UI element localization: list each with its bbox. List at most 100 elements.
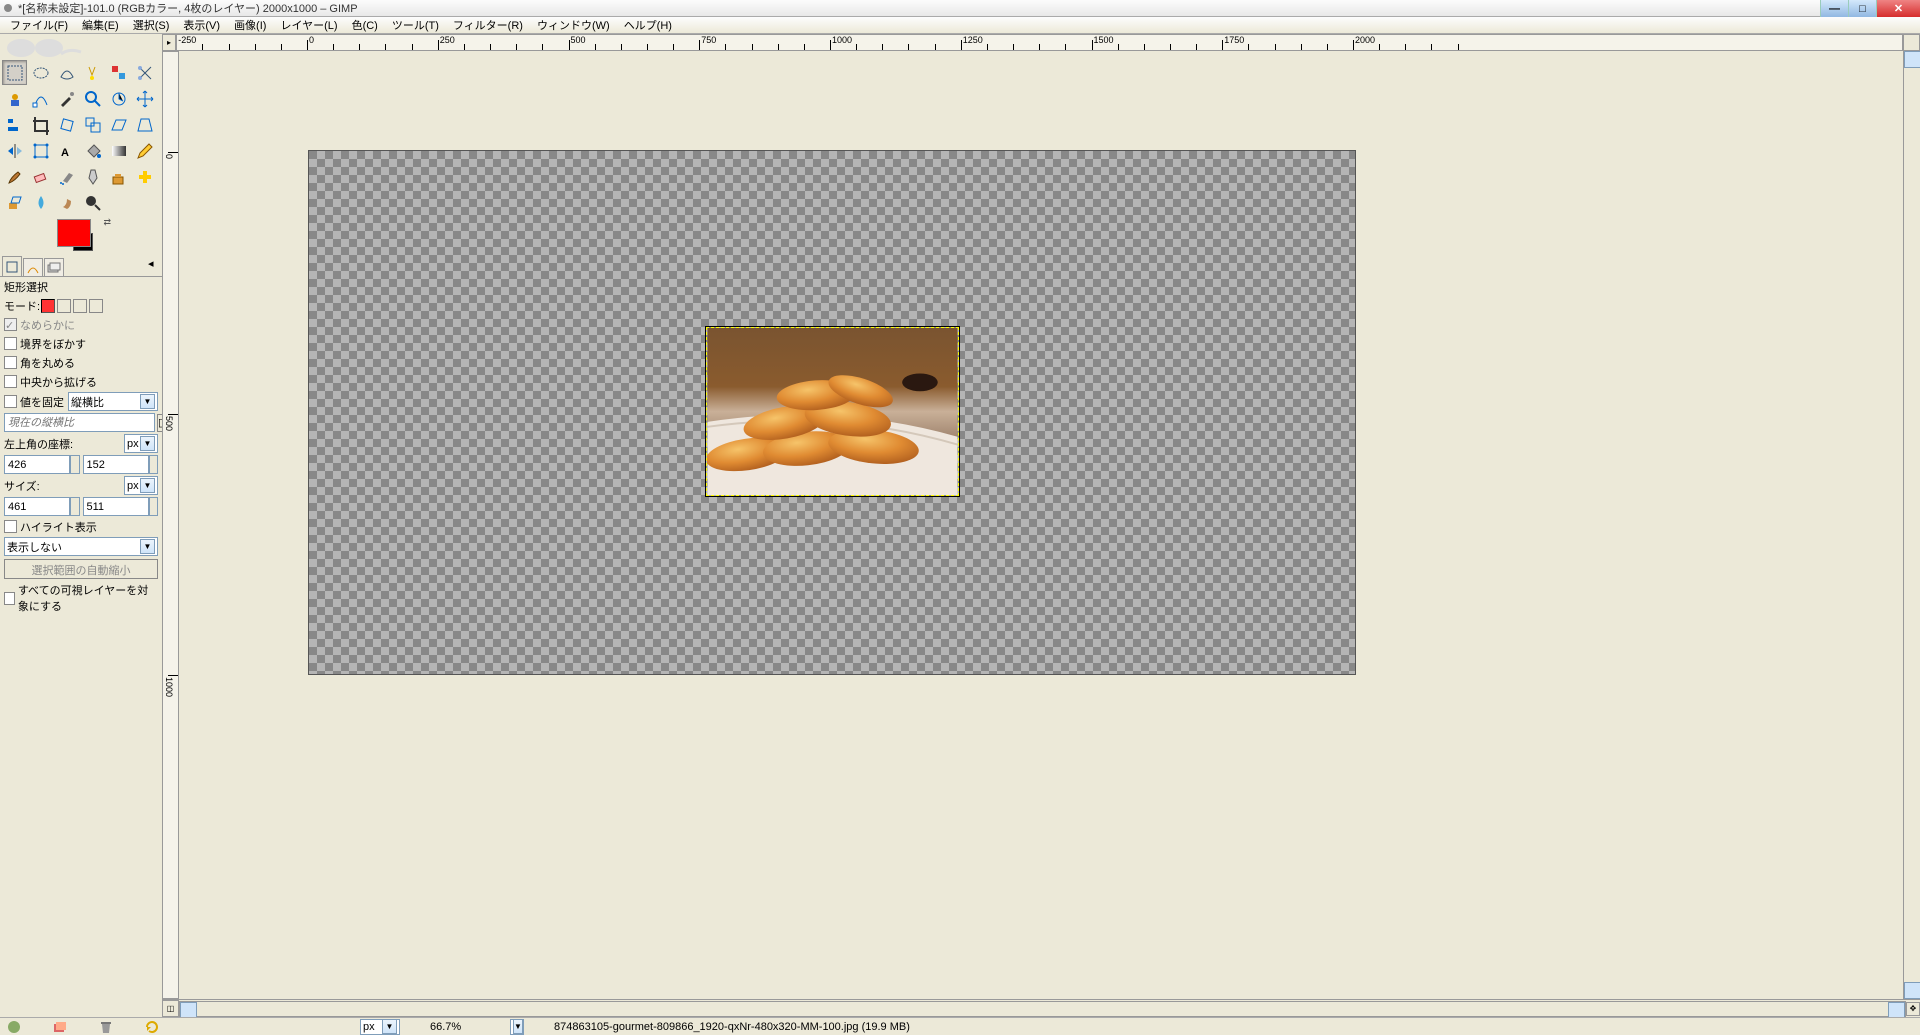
menu-select[interactable]: 選択(S) [127,16,176,34]
tool-blend[interactable] [106,138,131,163]
mode-add[interactable] [57,299,71,313]
tool-paintbrush[interactable] [2,164,27,189]
rounded-checkbox[interactable] [4,356,17,369]
vertical-ruler[interactable]: 05001000 [162,51,179,999]
ruler-origin-menu[interactable]: ▸ [162,34,176,51]
pos-y-input[interactable] [83,455,149,474]
layers-status-icon [52,1019,68,1035]
color-swatches[interactable]: ⇄ [57,219,97,253]
tool-crop[interactable] [28,112,53,137]
tool-foreground-select[interactable] [2,86,27,111]
tab-tool-options[interactable] [2,256,22,276]
expand-center-checkbox[interactable] [4,375,17,388]
tool-shear[interactable] [106,112,131,137]
tool-eraser[interactable] [28,164,53,189]
tab-device-status[interactable] [23,258,43,276]
tool-flip[interactable] [2,138,27,163]
tool-measure[interactable] [106,86,131,111]
menu-tools[interactable]: ツール(T) [386,16,445,34]
highlight-checkbox[interactable] [4,520,17,533]
tool-perspective-clone[interactable] [2,190,27,215]
fixed-checkbox[interactable] [4,395,17,408]
tool-ellipse-select[interactable] [28,60,53,85]
zoom-field[interactable]: 66.7% [430,1021,480,1033]
left-panel: A ⇄ [0,34,162,1017]
horizontal-scrollbar[interactable] [179,1001,1906,1017]
tool-pencil[interactable] [132,138,157,163]
tool-by-color-select[interactable] [106,60,131,85]
mode-subtract[interactable] [73,299,87,313]
tab-menu-icon[interactable]: ◂ [148,257,160,269]
size-h-input[interactable] [83,497,149,516]
tool-free-select[interactable] [54,60,79,85]
size-w-input[interactable] [4,497,70,516]
vertical-scrollbar[interactable] [1903,51,1920,999]
close-button[interactable]: ✕ [1876,0,1920,17]
auto-shrink-button[interactable]: 選択範囲の自動縮小 [4,559,158,579]
position-unit-value: px [127,438,139,450]
nav-button[interactable]: ✥ [1906,1002,1920,1016]
canvas-area[interactable] [179,51,1903,999]
tool-paths[interactable] [28,86,53,111]
pos-y-spinner[interactable] [149,455,159,474]
tool-airbrush[interactable] [54,164,79,189]
tool-rect-select[interactable] [2,60,27,85]
tool-perspective[interactable] [132,112,157,137]
tool-cage[interactable] [28,138,53,163]
menu-view[interactable]: 表示(V) [177,16,226,34]
guides-combo[interactable]: 表示しない▼ [4,537,158,556]
tool-fuzzy-select[interactable] [80,60,105,85]
tool-color-picker[interactable] [54,86,79,111]
refresh-status-icon [144,1019,160,1035]
tab-layers[interactable] [44,258,64,276]
canvas-image[interactable] [309,151,1355,674]
sample-merged-checkbox[interactable] [4,592,15,605]
menu-color[interactable]: 色(C) [346,16,384,34]
tool-ink[interactable] [80,164,105,189]
mode-replace[interactable] [41,299,55,313]
tool-rotate[interactable] [54,112,79,137]
zoom-combo[interactable]: ▼ [510,1019,524,1035]
tool-text[interactable]: A [54,138,79,163]
mode-intersect[interactable] [89,299,103,313]
size-label: サイズ: [4,478,40,494]
tool-smudge[interactable] [54,190,79,215]
menu-help[interactable]: ヘルプ(H) [618,16,678,34]
menu-image[interactable]: 画像(I) [228,16,272,34]
size-w-spinner[interactable] [70,497,80,516]
pos-x-spinner[interactable] [70,455,80,474]
tool-align[interactable] [2,112,27,137]
rounded-label: 角を丸める [20,355,75,371]
menu-filter[interactable]: フィルター(R) [447,16,529,34]
tool-clone[interactable] [106,164,131,189]
position-unit-combo[interactable]: px▼ [124,434,158,453]
tool-dodge[interactable] [80,190,105,215]
maximize-button[interactable]: □ [1848,0,1876,17]
tool-heal[interactable] [132,164,157,189]
aspect-ratio-input[interactable] [4,413,155,432]
size-unit-combo[interactable]: px▼ [124,476,158,495]
menu-layer[interactable]: レイヤー(L) [274,16,343,34]
tool-zoom[interactable] [80,86,105,111]
swap-colors-icon[interactable]: ⇄ [103,217,111,228]
minimize-button[interactable]: — [1820,0,1848,17]
tool-scissors[interactable] [132,60,157,85]
pos-x-input[interactable] [4,455,70,474]
zoom-fit-corner[interactable] [1903,34,1920,51]
status-unit-combo[interactable]: px▼ [360,1019,400,1035]
tool-move[interactable] [132,86,157,111]
menu-file[interactable]: ファイル(F) [4,16,74,34]
horizontal-ruler[interactable]: -250025050075010001250150017502000 [176,34,1903,51]
chevron-down-icon: ▼ [382,1019,397,1034]
size-h-spinner[interactable] [149,497,159,516]
feather-checkbox[interactable] [4,337,17,350]
fg-color[interactable] [57,219,91,247]
quick-mask-toggle[interactable]: ◫ [162,1000,179,1017]
chevron-down-icon: ▼ [140,394,155,409]
menu-edit[interactable]: 編集(E) [76,16,125,34]
tool-scale[interactable] [80,112,105,137]
menu-window[interactable]: ウィンドウ(W) [531,16,616,34]
fixed-mode-combo[interactable]: 縦横比▼ [68,392,158,411]
tool-blur[interactable] [28,190,53,215]
tool-bucket-fill[interactable] [80,138,105,163]
